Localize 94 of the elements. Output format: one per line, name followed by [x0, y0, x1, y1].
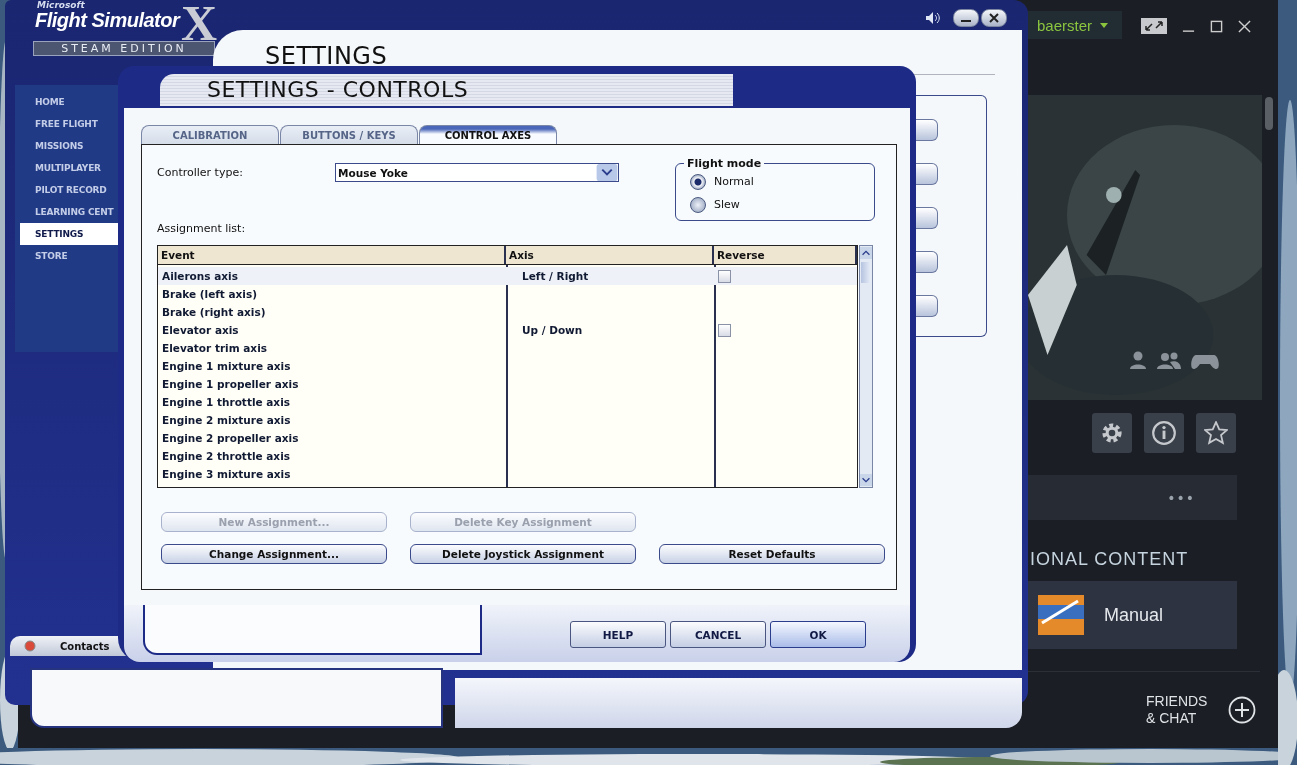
close-icon [989, 13, 999, 23]
action-button[interactable]: Reset Defaults [659, 544, 885, 564]
column-header[interactable]: Axis [506, 246, 714, 264]
dlc-label: Manual [1104, 604, 1164, 626]
info-icon [1152, 421, 1176, 445]
checkbox[interactable] [718, 323, 731, 337]
field-label: Controller type: [157, 166, 244, 179]
dialog-button[interactable]: HELP [570, 621, 666, 648]
page-title: SETTINGS [265, 42, 389, 70]
table-row[interactable]: Ailerons axis Left / Right [158, 267, 857, 285]
tab[interactable]: CALIBRATION [141, 125, 279, 144]
minimize-button[interactable] [953, 9, 979, 27]
caret-icon [1100, 22, 1109, 28]
speaker-icon[interactable] [925, 11, 941, 25]
settings-icon [1100, 421, 1124, 445]
nav-item[interactable]: MULTIPLAYER [15, 157, 118, 179]
resize-icon[interactable] [1141, 18, 1168, 34]
group-icon[interactable] [1156, 350, 1182, 370]
scroll-up-icon[interactable] [860, 246, 872, 260]
nav-item[interactable]: MISSIONS [15, 135, 118, 157]
table-row[interactable]: Engine 1 mixture axis [158, 357, 857, 375]
table-cell: Engine 2 propeller axis [162, 432, 299, 444]
table-row[interactable]: Elevator trim axis [158, 339, 857, 357]
table-cell: Engine 3 mixture axis [162, 468, 291, 480]
star-icon [1204, 421, 1228, 445]
table-cell: Engine 1 propeller axis [162, 378, 299, 390]
table-cell: Elevator axis [162, 324, 239, 336]
settings-button[interactable] [1092, 413, 1132, 453]
table-cell: Left / Right [522, 270, 589, 282]
column-header[interactable]: Event [158, 246, 506, 264]
scrollbar[interactable] [1265, 97, 1273, 130]
nav-item[interactable]: SETTINGS [20, 223, 118, 245]
table-row[interactable]: Engine 2 propeller axis [158, 429, 857, 447]
list-label: Assignment list: [157, 222, 247, 235]
scrollbar[interactable] [859, 245, 873, 488]
game-logo-icon [1038, 595, 1084, 635]
table-row[interactable]: Brake (right axis) [158, 303, 857, 321]
table-cell: Brake (left axis) [162, 288, 257, 300]
scroll-thumb[interactable] [861, 262, 871, 283]
nav-item[interactable]: FREE FLIGHT [15, 113, 118, 135]
nav-item[interactable]: PILOT RECORD [15, 179, 118, 201]
radio-label: Slew [714, 198, 740, 211]
logo-text: Microsoft [37, 0, 85, 10]
person-icon[interactable] [1128, 350, 1148, 370]
section-heading: IONAL CONTENT [1030, 549, 1190, 570]
logo-text: Flight Simulator [35, 9, 180, 31]
action-button[interactable]: Delete Joystick Assignment [410, 544, 636, 564]
nav-item[interactable]: LEARNING CENT [15, 201, 118, 223]
info-button[interactable] [1144, 413, 1184, 453]
table-row[interactable]: Brake (left axis) [158, 285, 857, 303]
tab[interactable]: CONTROL AXES [419, 125, 557, 144]
nav-item[interactable]: HOME [15, 91, 118, 113]
table-cell: Elevator trim axis [162, 342, 267, 354]
table-row[interactable]: Engine 2 mixture axis [158, 411, 857, 429]
table-cell: Brake (right axis) [162, 306, 266, 318]
username-menu[interactable]: baerster [1025, 11, 1123, 39]
table-row[interactable]: Engine 2 throttle axis [158, 447, 857, 465]
table-cell: Engine 2 mixture axis [162, 414, 291, 426]
radio-button[interactable] [690, 196, 706, 213]
maximize-icon[interactable] [1210, 19, 1224, 33]
table-row[interactable]: Elevator axis Up / Down [158, 321, 857, 339]
table-row[interactable]: Engine 1 throttle axis [158, 393, 857, 411]
tab[interactable]: BUTTONS / KEYS [280, 125, 418, 144]
table-cell: Up / Down [522, 324, 583, 336]
dlc-tile[interactable]: Manual [1028, 581, 1237, 649]
minimize-icon [961, 20, 971, 22]
radio-label: Normal [714, 175, 754, 188]
more-button[interactable]: ••• [1167, 489, 1195, 506]
table-cell: Ailerons axis [162, 270, 238, 282]
table-row[interactable]: Engine 1 propeller axis [158, 375, 857, 393]
status-icon [24, 640, 36, 652]
logo-edition: STEAM EDITION [33, 41, 215, 56]
contacts-label: Contacts [60, 640, 110, 652]
friends-chat-button[interactable]: FRIENDS & CHAT [1146, 693, 1218, 727]
table-cell: Engine 2 throttle axis [162, 450, 290, 462]
table-cell: Engine 1 throttle axis [162, 396, 290, 408]
nav-item[interactable]: STORE [15, 245, 118, 267]
scroll-down-icon[interactable] [860, 473, 872, 487]
favorite-button[interactable] [1196, 413, 1236, 453]
dialog-button[interactable]: CANCEL [670, 621, 766, 648]
table-row[interactable]: Engine 3 mixture axis [158, 465, 857, 483]
action-button[interactable]: Change Assignment... [161, 544, 387, 564]
table-cell: Engine 1 mixture axis [162, 360, 291, 372]
dialog-title: SETTINGS - CONTROLS [160, 74, 733, 106]
controller-dropdown[interactable]: Mouse Yoke [335, 163, 619, 182]
group-title: Flight mode [686, 157, 763, 170]
checkbox[interactable] [718, 269, 731, 283]
close-icon[interactable] [1238, 19, 1252, 33]
column-header[interactable]: Reverse [714, 246, 857, 264]
dropdown-icon [596, 164, 618, 181]
close-button[interactable] [981, 9, 1007, 27]
dialog-button[interactable]: OK [770, 621, 866, 648]
radio-button[interactable] [690, 173, 706, 190]
add-icon[interactable] [1228, 696, 1256, 724]
